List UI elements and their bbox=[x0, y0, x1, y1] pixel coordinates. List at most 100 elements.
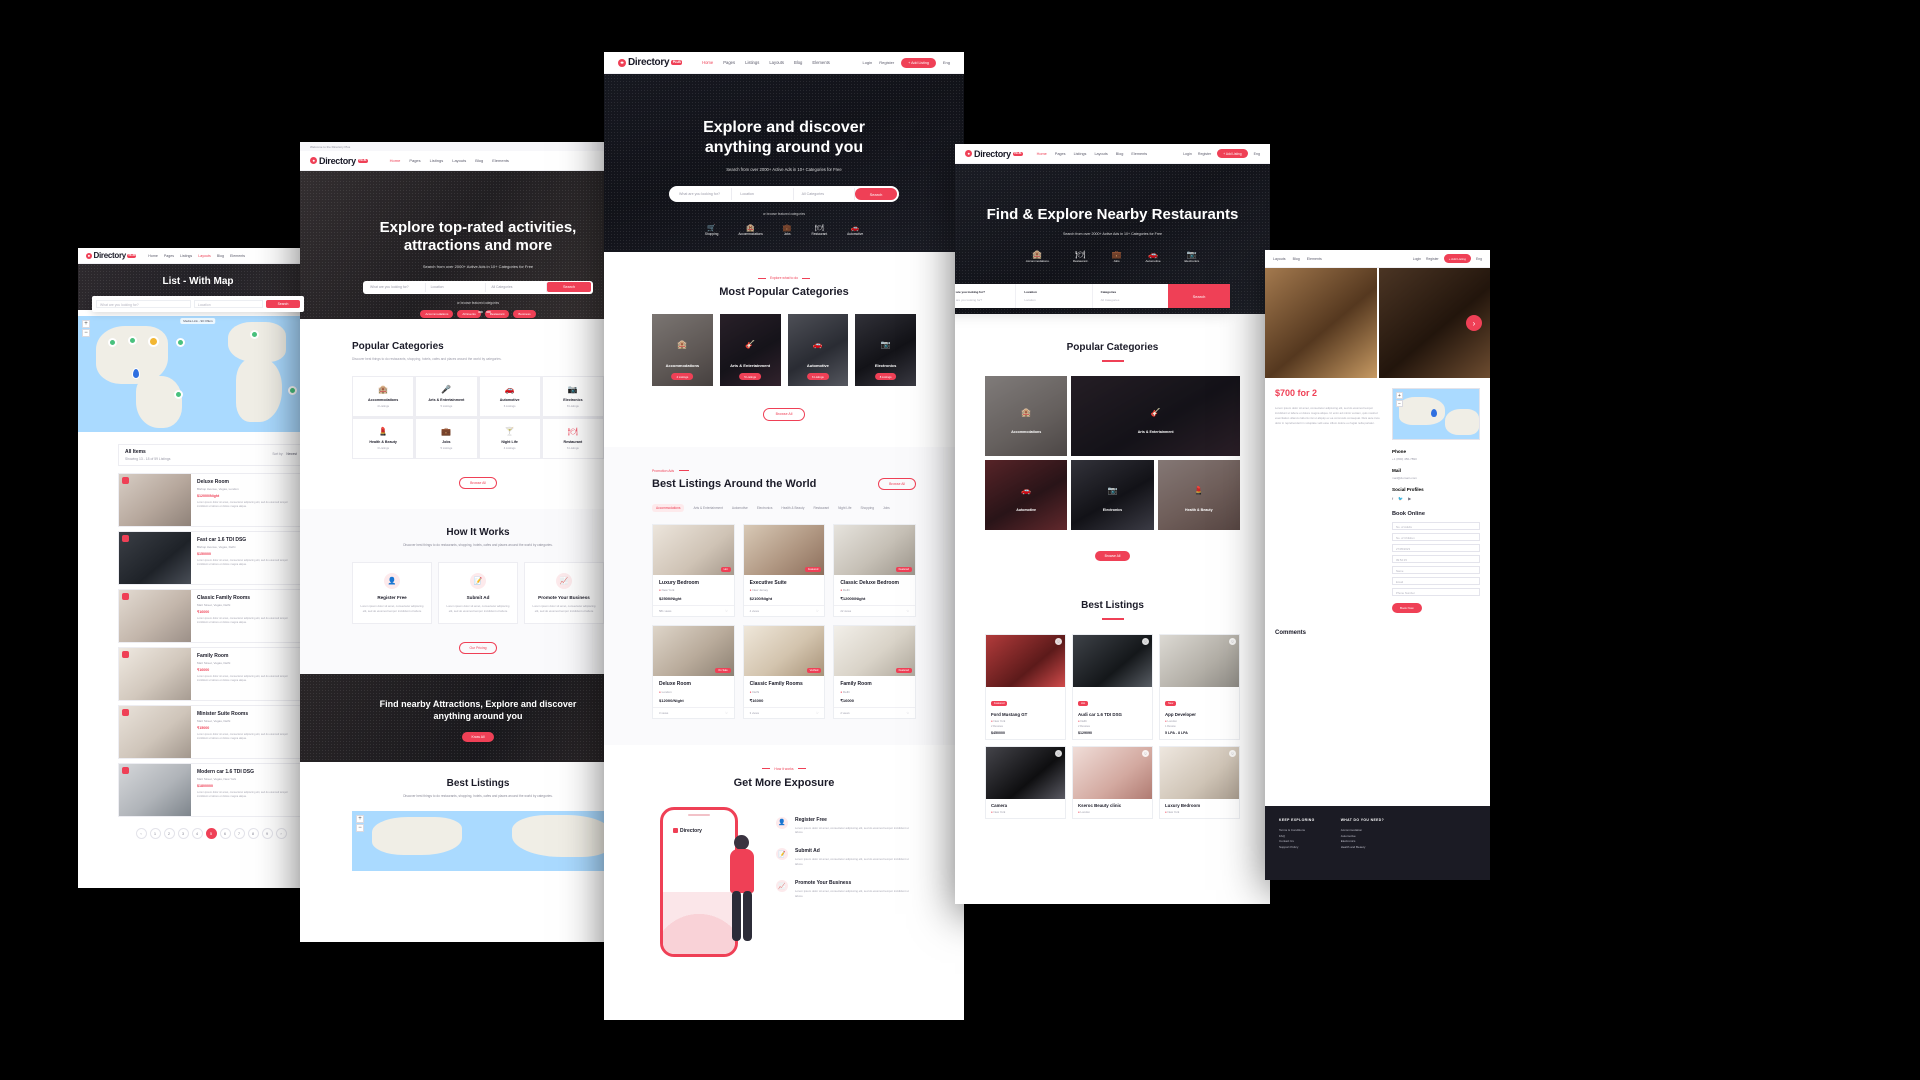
listing-title[interactable]: Classic Family Rooms bbox=[750, 681, 819, 687]
favorite-icon[interactable]: ♡ bbox=[1229, 750, 1236, 757]
favorite-icon[interactable]: ♡ bbox=[816, 609, 819, 613]
nav-link-elements[interactable]: Elements bbox=[492, 158, 509, 163]
nav-login-link[interactable]: Login bbox=[1413, 257, 1421, 261]
page-4[interactable]: 4 bbox=[191, 828, 203, 839]
logo[interactable]: Directory PLUS bbox=[618, 57, 683, 68]
nav-login-link[interactable]: Login bbox=[862, 60, 872, 65]
browse-all-button[interactable]: Browse All bbox=[459, 477, 497, 490]
listing-title[interactable]: Classic Deluxe Bedroom bbox=[840, 580, 909, 586]
hero-cat-jobs[interactable]: 💼 Jobs bbox=[783, 224, 792, 236]
nav-link-blog[interactable]: Blog bbox=[217, 254, 224, 258]
page-5[interactable]: 5 bbox=[205, 828, 217, 839]
hero-cat-electronics[interactable]: 📷 Electronics bbox=[1185, 250, 1200, 263]
booking-field-email[interactable]: Email bbox=[1392, 577, 1480, 585]
listing-title[interactable]: Camera bbox=[991, 803, 1060, 808]
chip-automotive[interactable]: Automotive bbox=[732, 504, 748, 512]
chip-accommodations[interactable]: Accommodations bbox=[652, 503, 685, 512]
nav-link-pages[interactable]: Pages bbox=[723, 60, 735, 65]
listing-card[interactable]: Featured Executive Suite ● New Jersey $2… bbox=[742, 523, 826, 617]
page-1[interactable]: 1 bbox=[149, 828, 161, 839]
chip-arts-entertainment[interactable]: Arts & Entertainment bbox=[693, 504, 722, 512]
listing-card[interactable]: ♡ Kseroc Beauty clinic ● London bbox=[1072, 746, 1153, 819]
chip-night-life[interactable]: Night Life bbox=[838, 504, 851, 512]
youtube-icon[interactable]: ▶ bbox=[1408, 496, 1411, 501]
search-button[interactable]: Search bbox=[854, 188, 897, 201]
chip-health-beauty[interactable]: Health & Beauty bbox=[781, 504, 804, 512]
listing-title[interactable]: Deluxe Room bbox=[197, 479, 297, 485]
map-marker-selected[interactable] bbox=[132, 368, 140, 379]
nav-link-home[interactable]: Home bbox=[702, 60, 713, 65]
search-input[interactable]: What are you looking for? bbox=[365, 282, 426, 292]
facebook-icon[interactable]: f bbox=[1392, 496, 1393, 501]
nav-link-pages[interactable]: Pages bbox=[409, 158, 420, 163]
add-listing-button[interactable]: + Add Listing bbox=[901, 57, 936, 68]
page-next[interactable]: › bbox=[275, 828, 287, 839]
hero-cat-accommodations[interactable]: 🏨 Accommodations bbox=[1026, 250, 1049, 263]
listing-card[interactable]: Featured Classic Deluxe Bedroom ● Delhi … bbox=[833, 523, 916, 617]
browse-all-button[interactable]: Browse All bbox=[1094, 551, 1131, 561]
search-input[interactable]: What are you looking for? bbox=[96, 300, 191, 308]
table-row[interactable]: Minister Suite Rooms Mart Street, Vegas,… bbox=[118, 705, 304, 759]
booking-field-time[interactable]: 09:52:15 bbox=[1392, 555, 1480, 563]
footer-link[interactable]: Health and Beauty bbox=[1341, 845, 1384, 851]
location-input[interactable]: Location bbox=[193, 300, 263, 308]
favorite-icon[interactable]: ♡ bbox=[1229, 638, 1236, 645]
category-arts-entertainment[interactable]: 🎤 Arts & Entertainment 5 Listings bbox=[415, 376, 478, 418]
table-row[interactable]: Deluxe Room Bishop Avenue, Vegas, London… bbox=[118, 473, 304, 527]
hero-cat-accommodations[interactable]: 🏨 Accommodations bbox=[738, 224, 762, 236]
nav-link-elements[interactable]: Elements bbox=[1307, 257, 1322, 261]
our-pricing-button[interactable]: Our Pricing bbox=[458, 642, 498, 655]
listing-card[interactable]: ♡ New App Developer ● London 1 Review 5 … bbox=[1159, 634, 1240, 740]
logo[interactable]: Directory PLUS bbox=[86, 251, 137, 260]
nav-register-link[interactable]: Register bbox=[1426, 257, 1439, 261]
favorite-icon[interactable]: ♡ bbox=[1142, 750, 1149, 757]
nav-link-blog[interactable]: Blog bbox=[1293, 257, 1300, 261]
best-browse-all-button[interactable]: Browse All bbox=[878, 477, 916, 490]
booking-field-name[interactable]: Name bbox=[1392, 566, 1480, 574]
nav-register-link[interactable]: Register bbox=[1198, 152, 1211, 156]
cat-tile-electronics[interactable]: 📷 Electronics 8 Listings bbox=[855, 314, 916, 386]
nav-link-layouts[interactable]: Layouts bbox=[769, 60, 784, 65]
hero-cat-shopping[interactable]: 🛒 Shopping bbox=[705, 224, 718, 236]
nav-link-home[interactable]: Home bbox=[390, 158, 401, 163]
nav-link-listings[interactable]: Listings bbox=[1074, 152, 1087, 156]
page-2[interactable]: 2 bbox=[163, 828, 175, 839]
chip-shopping[interactable]: Shopping bbox=[861, 504, 874, 512]
map-zoom-out-button[interactable]: − bbox=[356, 824, 364, 833]
table-row[interactable]: Classic Family Rooms Mart Street, Vegas,… bbox=[118, 589, 304, 643]
favorite-icon[interactable]: ♡ bbox=[1055, 750, 1062, 757]
map-zoom-in-button[interactable]: + bbox=[1396, 392, 1403, 399]
hero-cat-jobs[interactable]: 💼 Jobs bbox=[1112, 250, 1122, 263]
category-automotive[interactable]: 🚗 Automotive 6 Listings bbox=[478, 376, 541, 418]
cat-tile-arts-entertainment[interactable]: 🎸 Arts & Entertainment bbox=[1071, 376, 1240, 456]
page-8[interactable]: 8 bbox=[247, 828, 259, 839]
twitter-icon[interactable]: 🐦 bbox=[1398, 496, 1403, 501]
nav-register-link[interactable]: Register bbox=[879, 60, 894, 65]
nav-link-listings[interactable]: Listings bbox=[180, 254, 192, 258]
listing-title[interactable]: Classic Family Rooms bbox=[197, 595, 297, 601]
chip-restaurant[interactable]: Restaurant bbox=[813, 504, 829, 512]
listing-title[interactable]: Modern car 1.6 TDI DSG bbox=[197, 769, 297, 775]
location-input[interactable]: Location bbox=[1024, 298, 1083, 302]
cat-tile-electronics[interactable]: 📷 Electronics bbox=[1071, 460, 1154, 530]
gallery-next-button[interactable]: › bbox=[1466, 315, 1482, 331]
booking-field-phone[interactable]: Phone Number bbox=[1392, 588, 1480, 596]
favorite-icon[interactable]: ♡ bbox=[725, 609, 728, 613]
listing-card[interactable]: ♡ Hot Audi car 1.6 TDI DSG ● Delhi 2 Rev… bbox=[1072, 634, 1153, 740]
cat-tile-arts-entertainment[interactable]: 🎸 Arts & Entertainment 5 Listings bbox=[719, 314, 781, 386]
page-3[interactable]: 3 bbox=[177, 828, 189, 839]
chip-jobs[interactable]: Jobs bbox=[883, 504, 890, 512]
listing-title[interactable]: Fast car 1.6 TDI DSG bbox=[197, 537, 297, 543]
search-button[interactable]: Search bbox=[547, 282, 592, 293]
nav-link-layouts[interactable]: Layouts bbox=[198, 254, 211, 258]
cat-tile-accommodations[interactable]: 🏨 Accommodations bbox=[985, 376, 1068, 456]
listing-card[interactable]: ♡ Featured Ford Mustang GT ● New York 2 … bbox=[985, 634, 1066, 740]
nav-link-listings[interactable]: Listings bbox=[430, 158, 444, 163]
results-map[interactable]: + − Media Link - 90 Offers bbox=[78, 316, 318, 432]
listing-title[interactable]: Family Room bbox=[840, 681, 909, 687]
nav-link-layouts[interactable]: Layouts bbox=[1094, 152, 1107, 156]
nav-login-link[interactable]: Login bbox=[1183, 152, 1192, 156]
page-7[interactable]: 7 bbox=[233, 828, 245, 839]
listing-card[interactable]: On Sale Deluxe Room ● London $12000/Nigh… bbox=[652, 625, 735, 719]
hero-slider-dots[interactable] bbox=[465, 311, 491, 313]
